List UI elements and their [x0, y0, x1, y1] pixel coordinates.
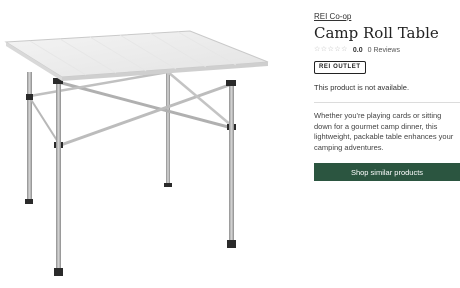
- divider: [314, 102, 460, 103]
- rating-score: 0.0: [352, 46, 363, 54]
- star-empty-icon: ☆: [341, 46, 348, 53]
- product-info-panel: REI Co-op Camp Roll Table ☆ ☆ ☆ ☆ ☆ 0.0 …: [314, 12, 460, 181]
- product-description: Whether you're playing cards or sitting …: [314, 111, 454, 152]
- shop-similar-button[interactable]: Shop similar products: [314, 163, 460, 181]
- product-image: [4, 30, 269, 276]
- reviews-count: 0: [367, 46, 372, 54]
- star-rating: ☆ ☆ ☆ ☆ ☆: [314, 45, 348, 55]
- star-empty-icon: ☆: [320, 46, 328, 53]
- brand-link[interactable]: REI Co-op: [314, 12, 460, 22]
- star-empty-icon: ☆: [327, 46, 334, 53]
- availability-status: This product is not available.: [314, 83, 410, 92]
- star-empty-icon: ☆: [334, 46, 341, 53]
- product-title: Camp Roll Table: [314, 24, 439, 42]
- reviews-link[interactable]: 0 Reviews: [368, 47, 400, 54]
- star-empty-icon: ☆: [314, 46, 321, 53]
- outlet-badge: REI OUTLET: [314, 61, 366, 74]
- rating-row[interactable]: ☆ ☆ ☆ ☆ ☆ 0.0 0 Reviews: [314, 45, 460, 55]
- reviews-label: Reviews: [373, 46, 400, 54]
